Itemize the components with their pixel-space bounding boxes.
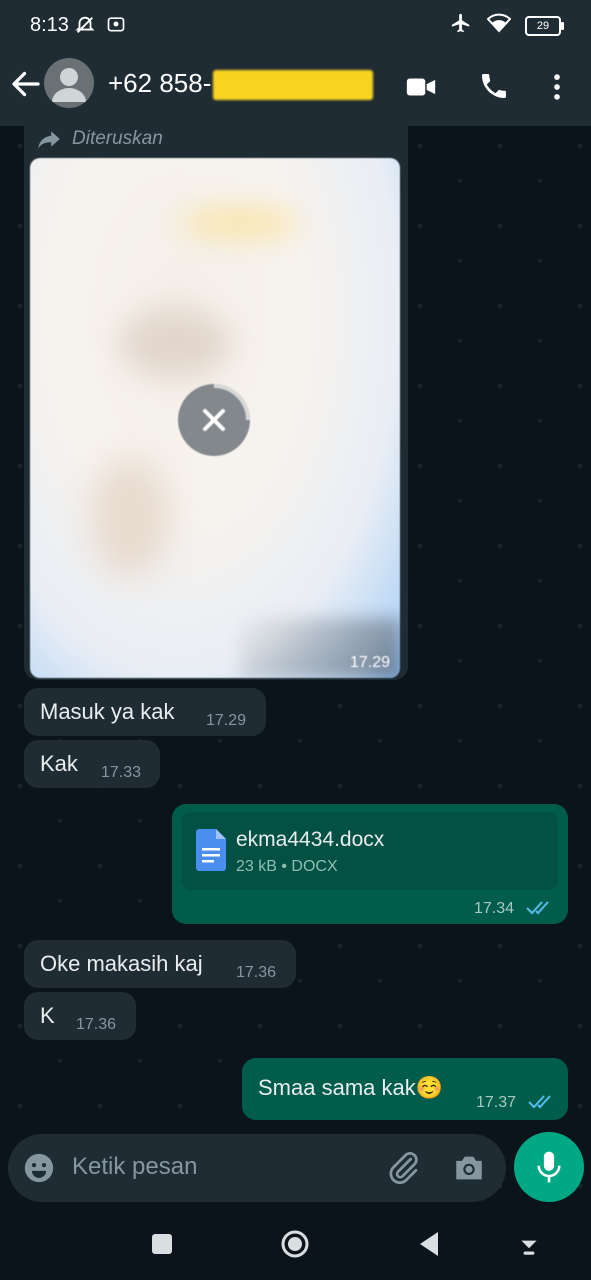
- status-bar: 8:13 29: [0, 0, 591, 52]
- battery-icon: 29: [525, 15, 564, 36]
- attach-icon[interactable]: [386, 1150, 422, 1191]
- back-arrow-icon[interactable]: [8, 66, 44, 102]
- message-bubble[interactable]: Kak 17.33: [24, 740, 160, 788]
- read-receipt-icon: [526, 900, 552, 921]
- wifi-icon: [486, 13, 512, 38]
- message-time: 17.36: [76, 1016, 117, 1033]
- message-time: 17.29: [349, 654, 390, 671]
- message-bubble[interactable]: Smaa sama kak☺️ 17.37: [242, 1058, 568, 1120]
- contact-name[interactable]: +62 858-: [108, 68, 374, 101]
- avatar[interactable]: [44, 58, 94, 108]
- chat-area[interactable]: Diteruskan 17.29 Masuk ya kak 17.29 Kak …: [0, 126, 591, 1210]
- message-time: 17.36: [236, 964, 277, 981]
- forward-icon: [36, 128, 62, 155]
- contact-number: +62 858-: [108, 68, 212, 98]
- hide-keyboard-icon[interactable]: [516, 1232, 542, 1263]
- back-nav-icon[interactable]: [416, 1230, 442, 1263]
- recents-icon[interactable]: [150, 1232, 174, 1261]
- document-meta: 23 kB • DOCX: [236, 858, 338, 875]
- mute-icon: [74, 14, 96, 41]
- image-thumbnail[interactable]: 17.29: [30, 158, 400, 678]
- notification-icon: [106, 14, 126, 41]
- cancel-download-button[interactable]: [178, 384, 250, 456]
- smile-emoji-icon: ☺️: [415, 1075, 444, 1100]
- message-text-body: Smaa sama kak: [258, 1075, 416, 1100]
- message-bubble[interactable]: Masuk ya kak 17.29: [24, 688, 266, 736]
- message-text: Smaa sama kak☺️: [258, 1075, 443, 1101]
- mic-icon: [533, 1149, 565, 1190]
- message-bubble[interactable]: Oke makasih kaj 17.36: [24, 940, 296, 988]
- message-bubble[interactable]: K 17.36: [24, 992, 136, 1040]
- message-composer[interactable]: Ketik pesan: [8, 1134, 506, 1202]
- status-time: 8:13: [30, 14, 69, 36]
- document-name: ekma4434.docx: [236, 828, 385, 851]
- airplane-icon: [449, 12, 473, 39]
- video-call-icon[interactable]: [404, 70, 438, 104]
- image-message[interactable]: Diteruskan 17.29: [24, 126, 408, 680]
- more-vert-icon[interactable]: [540, 70, 574, 104]
- chat-header: +62 858-: [0, 52, 591, 126]
- message-text: Kak: [40, 751, 78, 776]
- voice-call-icon[interactable]: [478, 70, 512, 104]
- redaction-mark: [213, 70, 374, 101]
- message-time: 17.33: [101, 764, 142, 781]
- message-text: Oke makasih kaj: [40, 951, 203, 976]
- emoji-icon[interactable]: [22, 1151, 56, 1190]
- camera-icon[interactable]: [452, 1151, 486, 1190]
- home-icon[interactable]: [280, 1229, 310, 1264]
- mic-button[interactable]: [514, 1132, 584, 1202]
- message-time: 17.34: [474, 900, 515, 917]
- message-text: K: [40, 1003, 55, 1028]
- read-receipt-icon: [528, 1094, 554, 1115]
- message-input[interactable]: Ketik pesan: [72, 1153, 197, 1181]
- forwarded-label: Diteruskan: [72, 128, 163, 149]
- message-time: 17.29: [206, 712, 247, 729]
- document-message[interactable]: ekma4434.docx 23 kB • DOCX 17.34: [172, 804, 568, 924]
- system-nav-bar: [0, 1210, 591, 1280]
- document-icon: [194, 828, 228, 877]
- message-text: Masuk ya kak: [40, 699, 175, 724]
- document-card[interactable]: ekma4434.docx 23 kB • DOCX: [182, 812, 558, 890]
- message-time: 17.37: [476, 1094, 517, 1111]
